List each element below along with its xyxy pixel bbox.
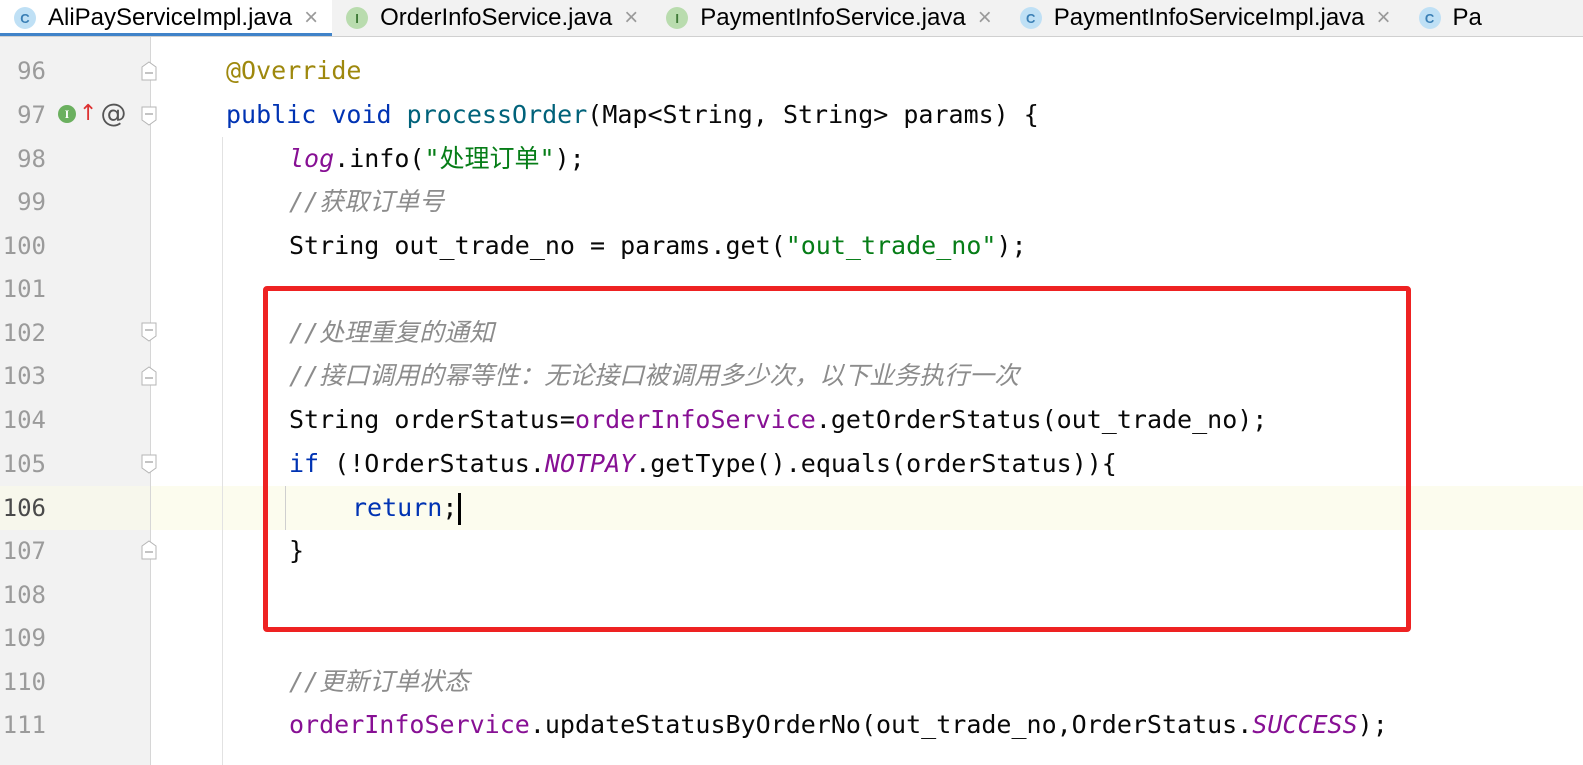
line-number: 109 [2, 624, 46, 652]
code-token: ); [996, 231, 1027, 260]
code-token: .info( [334, 144, 425, 173]
line-number: 103 [2, 362, 46, 390]
line-number: 101 [2, 275, 46, 303]
line-number: 99 [17, 188, 46, 216]
code-token: .updateStatusByOrderNo(out_trade_no,Orde… [529, 710, 1253, 739]
line-number: 107 [2, 537, 46, 565]
line-number: 104 [2, 406, 46, 434]
tab-paymentinfoserviceimpl[interactable]: C PaymentInfoServiceImpl.java × [1006, 0, 1405, 36]
field: orderInfoService [289, 710, 530, 739]
static-field: SUCCESS [1252, 710, 1358, 739]
close-icon[interactable]: × [624, 6, 638, 30]
code-text[interactable]: @Override [226, 49, 1583, 93]
code-text[interactable]: String out_trade_no = params.get("out_tr… [289, 224, 1583, 268]
keyword: public [226, 100, 317, 129]
code-token: (Map<String, String> params) { [587, 100, 1039, 129]
comment: //更新订单状态 [289, 667, 470, 696]
code-text[interactable]: //获取订单号 [289, 180, 1583, 224]
line-number: 97 [17, 101, 46, 129]
annotation: @Override [226, 56, 362, 85]
line-number: 108 [2, 581, 46, 609]
line-number: 98 [17, 145, 46, 173]
highlight-box [263, 286, 1411, 632]
close-icon[interactable]: × [304, 6, 318, 30]
line-number: 110 [2, 668, 46, 696]
line-number: 100 [2, 232, 46, 260]
tab-label: AliPayServiceImpl.java [48, 4, 293, 31]
tab-alipayserviceimpl[interactable]: C AliPayServiceImpl.java × [0, 0, 333, 36]
line-number: 96 [17, 57, 46, 85]
tab-label: OrderInfoService.java [380, 4, 613, 31]
code-text[interactable]: public void processOrder(Map<String, Str… [226, 93, 1583, 137]
static-field: log [289, 144, 335, 173]
class-icon: C [1418, 7, 1441, 29]
line-number: 105 [2, 450, 46, 478]
tab-label: Pa [1452, 4, 1482, 31]
keyword: void [331, 100, 392, 129]
line-number: 106 [2, 494, 46, 522]
editor-tab-bar: C AliPayServiceImpl.java × I OrderInfoSe… [0, 0, 1583, 37]
string-literal: "处理订单" [424, 144, 555, 173]
interface-icon: I [346, 7, 369, 29]
string-literal: "out_trade_no" [785, 231, 997, 260]
code-token: ); [1357, 710, 1388, 739]
class-icon: C [1019, 7, 1042, 29]
code-text[interactable]: log.info("处理订单"); [289, 137, 1583, 181]
code-token: ); [554, 144, 585, 173]
code-text[interactable]: //更新订单状态 [289, 660, 1583, 704]
tab-paymentinfoservice[interactable]: I PaymentInfoService.java × [652, 0, 1005, 36]
method-name: processOrder [406, 100, 588, 129]
close-icon[interactable]: × [1377, 6, 1391, 30]
comment: //获取订单号 [289, 187, 445, 216]
tab-label: PaymentInfoService.java [700, 4, 966, 31]
close-icon[interactable]: × [978, 6, 992, 30]
interface-icon: I [666, 7, 689, 29]
tab-orderinfoservice[interactable]: I OrderInfoService.java × [332, 0, 652, 36]
line-number: 102 [2, 319, 46, 347]
code-token: String out_trade_no = params.get( [289, 231, 786, 260]
line-number: 111 [2, 711, 46, 739]
tab-label: PaymentInfoServiceImpl.java [1053, 4, 1365, 31]
code-text[interactable]: orderInfoService.updateStatusByOrderNo(o… [289, 703, 1583, 747]
class-icon: C [14, 7, 36, 29]
tab-partial[interactable]: C Pa [1405, 0, 1496, 36]
